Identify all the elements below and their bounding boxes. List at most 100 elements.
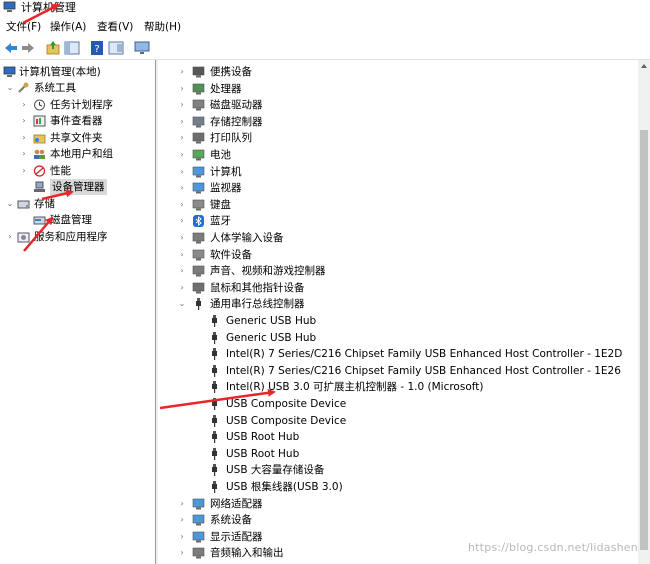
usb-device-item[interactable]: Intel(R) 7 Series/C216 Chipset Family US… (158, 363, 638, 379)
device-category[interactable]: › 键盘 (158, 197, 638, 213)
device-category[interactable]: › 人体学输入设备 (158, 230, 638, 246)
tree-label: 磁盘管理 (50, 214, 92, 226)
device-category-usb[interactable]: ⌄ 通用串行总线控制器 (158, 296, 638, 312)
expand-chevron-icon[interactable]: › (177, 247, 187, 263)
tree-label: USB Composite Device (226, 398, 347, 410)
expand-chevron-icon[interactable]: › (19, 97, 29, 113)
device-category[interactable]: › 监视器 (158, 180, 638, 196)
tree-item-device-manager[interactable]: 设备管理器 (0, 179, 155, 195)
usb-plug-icon (196, 298, 201, 311)
tree-item-task-scheduler[interactable]: › 任务计划程序 (0, 97, 155, 113)
expand-chevron-icon[interactable]: › (177, 130, 187, 146)
forward-arrow-icon[interactable] (20, 40, 36, 56)
help-icon[interactable]: ? (89, 40, 105, 56)
usb-device-item[interactable]: Generic USB Hub (158, 313, 638, 329)
expand-chevron-icon[interactable]: › (177, 529, 187, 545)
scroll-thumb[interactable] (640, 130, 648, 550)
expand-chevron-icon[interactable]: › (19, 146, 29, 162)
expand-chevron-icon[interactable]: › (177, 512, 187, 528)
device-category[interactable]: › 磁盘驱动器 (158, 97, 638, 113)
expand-chevron-icon[interactable]: › (177, 545, 187, 561)
usb-device-item[interactable]: USB 根集线器(USB 3.0) (158, 479, 638, 495)
menu-action[interactable]: 操作(A) (50, 20, 86, 34)
tree-label: 电池 (210, 149, 231, 161)
device-category[interactable]: › 系统设备 (158, 512, 638, 528)
expand-chevron-icon[interactable]: › (177, 147, 187, 163)
tree-label: 蓝牙 (210, 215, 231, 228)
device-category[interactable]: › 网络适配器 (158, 496, 638, 512)
tree-item-storage[interactable]: ⌄ 存储 (0, 196, 155, 212)
collapse-chevron-icon[interactable]: ⌄ (5, 196, 15, 212)
expand-chevron-icon[interactable]: › (177, 180, 187, 196)
tree-label: 设备管理器 (50, 179, 107, 195)
tree-label: 音频输入和输出 (210, 547, 284, 560)
tree-item-performance[interactable]: › 性能 (0, 163, 155, 179)
expand-chevron-icon[interactable]: › (177, 114, 187, 130)
tree-item-disk-management[interactable]: 磁盘管理 (0, 212, 155, 228)
tree-item-event-viewer[interactable]: › 事件查看器 (0, 113, 155, 129)
tree-label: 系统工具 (34, 82, 76, 94)
device-category[interactable]: › 声音、视频和游戏控制器 (158, 263, 638, 279)
usb-device-item[interactable]: USB Root Hub (158, 446, 638, 462)
event-viewer-icon (33, 115, 46, 127)
battery-icon (192, 149, 205, 161)
device-category[interactable]: › 蓝牙 (158, 213, 638, 229)
console-tree-icon[interactable] (64, 40, 80, 56)
expand-chevron-icon[interactable]: › (19, 163, 29, 179)
device-category[interactable]: › 计算机 (158, 164, 638, 180)
up-folder-icon[interactable] (45, 40, 61, 56)
device-category[interactable]: › 便携设备 (158, 64, 638, 80)
device-category[interactable]: › 打印队列 (158, 130, 638, 146)
usb-device-item[interactable]: Generic USB Hub (158, 330, 638, 346)
expand-chevron-icon[interactable]: › (177, 280, 187, 296)
print-queue-icon (192, 133, 205, 144)
properties-icon[interactable] (108, 40, 124, 56)
collapse-chevron-icon[interactable]: ⌄ (5, 80, 15, 96)
tree-item-system-tools[interactable]: ⌄ 系统工具 (0, 80, 155, 96)
tree-label: 系统设备 (210, 514, 252, 527)
usb-device-item[interactable]: USB Composite Device (158, 396, 638, 412)
collapse-chevron-icon[interactable]: ⌄ (177, 296, 187, 312)
expand-chevron-icon[interactable]: › (177, 496, 187, 512)
tree-label: 监视器 (210, 182, 242, 195)
expand-chevron-icon[interactable]: › (177, 230, 187, 246)
menu-file[interactable]: 文件(F) (6, 20, 41, 34)
expand-chevron-icon[interactable]: › (177, 263, 187, 279)
device-category[interactable]: › 处理器 (158, 81, 638, 97)
bluetooth-icon (193, 215, 204, 228)
expand-chevron-icon[interactable]: › (177, 64, 187, 80)
expand-chevron-icon[interactable]: › (5, 229, 15, 245)
vertical-scrollbar[interactable] (638, 60, 650, 564)
expand-chevron-icon[interactable]: › (19, 113, 29, 129)
expand-chevron-icon[interactable]: › (177, 213, 187, 229)
device-category[interactable]: › 存储控制器 (158, 114, 638, 130)
expand-chevron-icon[interactable]: › (177, 81, 187, 97)
tree-item-root[interactable]: 计算机管理(本地) (0, 64, 155, 80)
menu-view[interactable]: 查看(V) (97, 20, 133, 34)
device-category[interactable]: › 电池 (158, 147, 638, 163)
tree-label: 共享文件夹 (50, 132, 103, 144)
tree-item-local-users[interactable]: › 本地用户和组 (0, 146, 155, 162)
device-category[interactable]: › 软件设备 (158, 247, 638, 263)
usb-device-item[interactable]: USB Root Hub (158, 429, 638, 445)
usb-plug-icon (212, 447, 217, 460)
usb-device-item[interactable]: USB 大容量存储设备 (158, 462, 638, 478)
expand-chevron-icon[interactable]: › (177, 97, 187, 113)
clock-icon (34, 99, 45, 111)
tree-item-services-apps[interactable]: › 服务和应用程序 (0, 229, 155, 245)
expand-chevron-icon[interactable]: › (177, 197, 187, 213)
menu-help[interactable]: 帮助(H) (144, 20, 181, 34)
expand-chevron-icon[interactable]: › (19, 130, 29, 146)
expand-chevron-icon[interactable]: › (177, 164, 187, 180)
scroll-up-arrow-icon[interactable] (641, 64, 647, 68)
back-arrow-icon[interactable] (3, 40, 19, 56)
usb-device-item[interactable]: Intel(R) USB 3.0 可扩展主机控制器 - 1.0 (Microso… (158, 379, 638, 395)
tree-label: Generic USB Hub (226, 315, 317, 327)
device-category[interactable]: › 鼠标和其他指针设备 (158, 280, 638, 296)
usb-device-item[interactable]: USB Composite Device (158, 413, 638, 429)
processor-icon (192, 83, 205, 95)
tree-item-shared-folders[interactable]: › 共享文件夹 (0, 130, 155, 146)
monitor-icon[interactable] (134, 40, 150, 56)
usb-plug-icon (212, 315, 217, 327)
usb-device-item[interactable]: Intel(R) 7 Series/C216 Chipset Family US… (158, 346, 638, 362)
